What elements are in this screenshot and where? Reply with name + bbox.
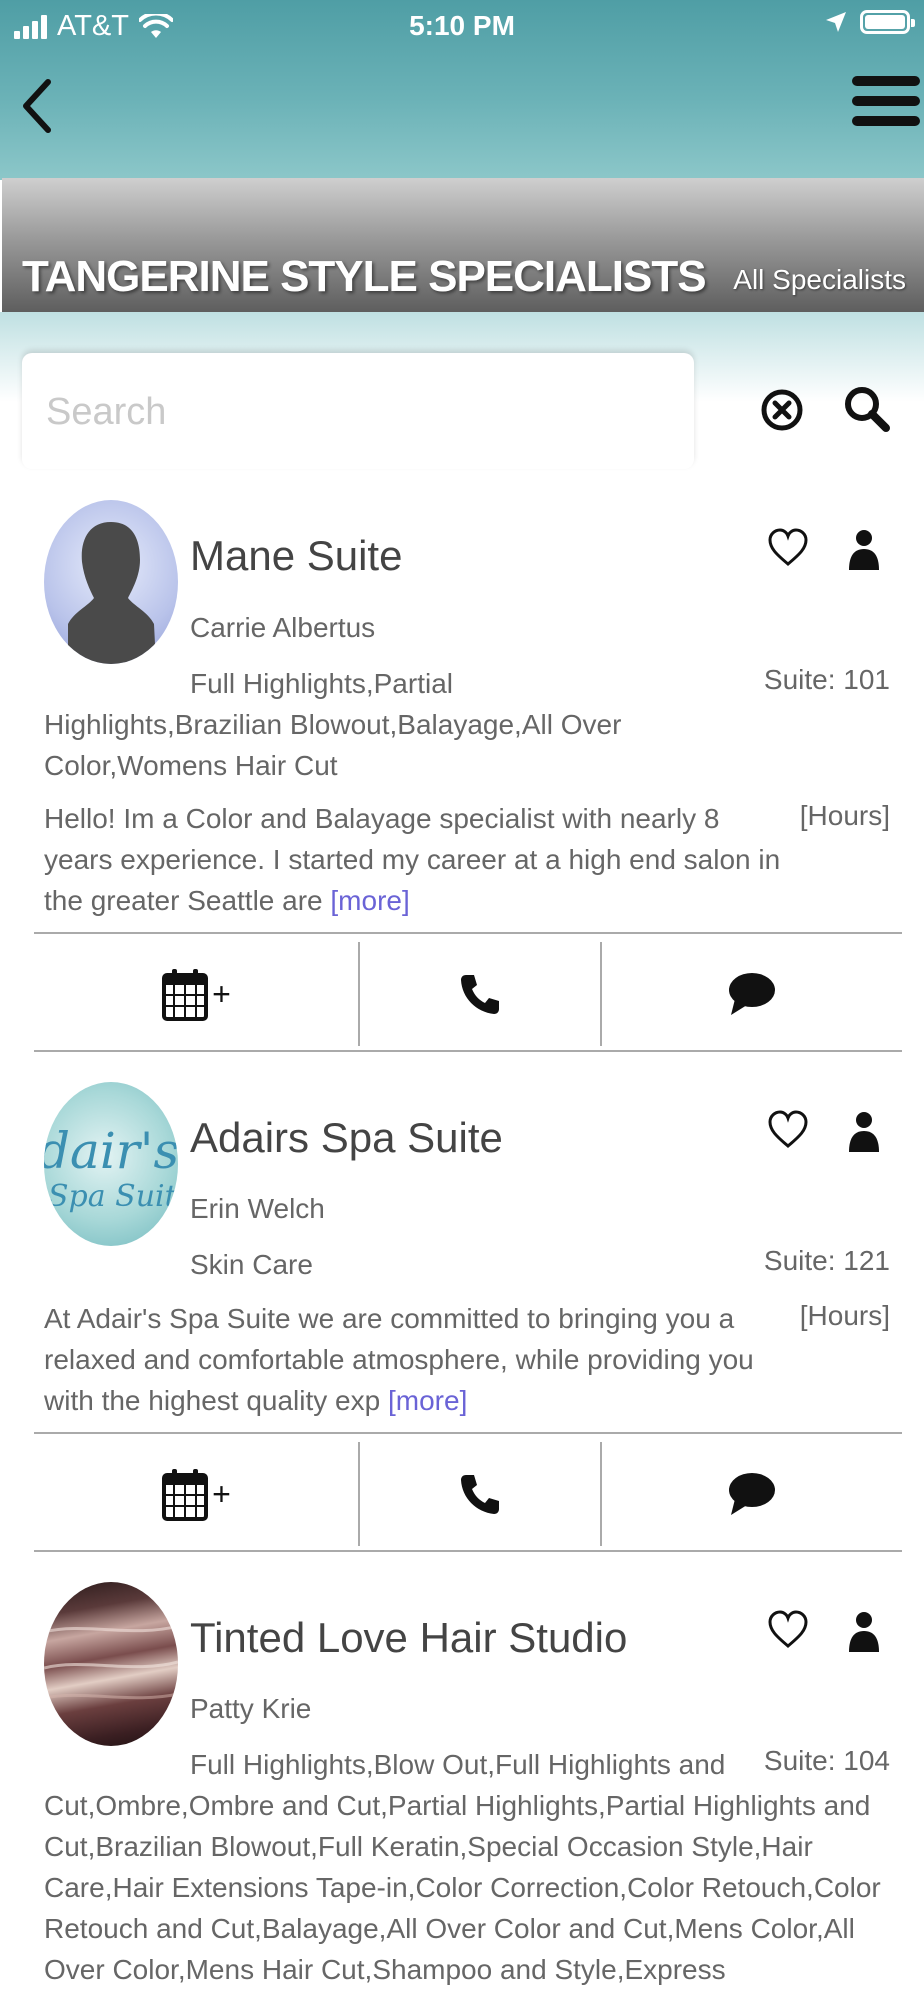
call-button[interactable] [360,942,600,1046]
specialist-name: Erin Welch [190,1193,325,1224]
about-body: Hello! Im a Color and Balayage specialis… [44,803,781,916]
status-right [824,10,915,34]
profile-icon[interactable] [846,1110,882,1154]
services-list: Skin Care [190,1249,313,1280]
services-list: Full Highlights,Partial Highlights,Brazi… [44,668,622,781]
search-icon[interactable] [842,384,892,434]
hamburger-menu-icon[interactable] [844,70,924,140]
about-text: At Adair's Spa Suite we are committed to… [44,1298,784,1421]
book-plus-label: + [212,1475,231,1512]
adairs-logo-avatar: dair's Spa Suite [44,1122,178,1214]
avatar [44,500,178,664]
more-link[interactable]: [more] [330,885,409,916]
book-appointment-button[interactable]: + [34,1442,359,1546]
clear-search-icon[interactable] [760,388,804,432]
call-button[interactable] [360,1442,600,1546]
status-bar: AT&T 5:10 PM [0,0,924,56]
message-button[interactable] [602,1442,902,1546]
favorite-heart-icon[interactable] [766,1608,810,1652]
specialist-name: Carrie Albertus [190,612,376,643]
more-link[interactable]: [more] [388,1385,467,1416]
all-specialists-link[interactable]: All Specialists [733,264,906,296]
message-button[interactable] [602,942,902,1046]
avatar [44,1582,178,1746]
suite-number: Suite: 121 [763,1245,890,1276]
action-row: + [34,1432,902,1552]
business-name: Tinted Love Hair Studio [190,1614,628,1661]
page-title: TANGERINE STYLE SPECIALISTS [22,252,707,301]
search-input[interactable] [22,380,622,444]
back-chevron-icon[interactable] [18,76,58,136]
action-row: + [34,932,902,1052]
avatar: dair's Spa Suite [44,1082,178,1246]
hours-link[interactable]: [Hours] [800,800,890,832]
about-text: Hello! Im a Color and Balayage specialis… [44,798,784,921]
hair-photo-avatar [44,1624,178,1700]
profile-icon[interactable] [846,1610,882,1654]
calendar-icon [162,1469,209,1521]
business-name: Mane Suite [190,532,403,579]
favorite-heart-icon[interactable] [766,1108,810,1152]
hours-link[interactable]: [Hours] [800,1300,890,1332]
business-name: Adairs Spa Suite [190,1114,503,1161]
favorite-heart-icon[interactable] [766,526,810,570]
battery-icon [860,10,915,34]
chat-bubble-icon [729,1473,775,1515]
silhouette-avatar-icon [68,522,156,664]
suite-number: Suite: 101 [763,664,890,695]
phone-icon [461,1475,499,1514]
book-appointment-button[interactable]: + [34,942,359,1046]
calendar-icon [162,969,209,1021]
book-plus-label: + [212,975,231,1012]
title-banner: TANGERINE STYLE SPECIALISTS All Speciali… [2,178,924,312]
services-list: Full Highlights,Blow Out,Full Highlights… [44,1749,881,1985]
chat-bubble-icon [729,973,775,1015]
profile-icon[interactable] [846,528,882,572]
location-arrow-icon [826,12,846,32]
svg-text:dair's: dair's [44,1122,178,1180]
specialist-name: Patty Krie [190,1693,312,1724]
suite-number: Suite: 104 [763,1745,890,1776]
phone-icon [461,975,499,1014]
svg-text:Spa Suite: Spa Suite [48,1179,178,1214]
status-time: 5:10 PM [409,10,515,41]
